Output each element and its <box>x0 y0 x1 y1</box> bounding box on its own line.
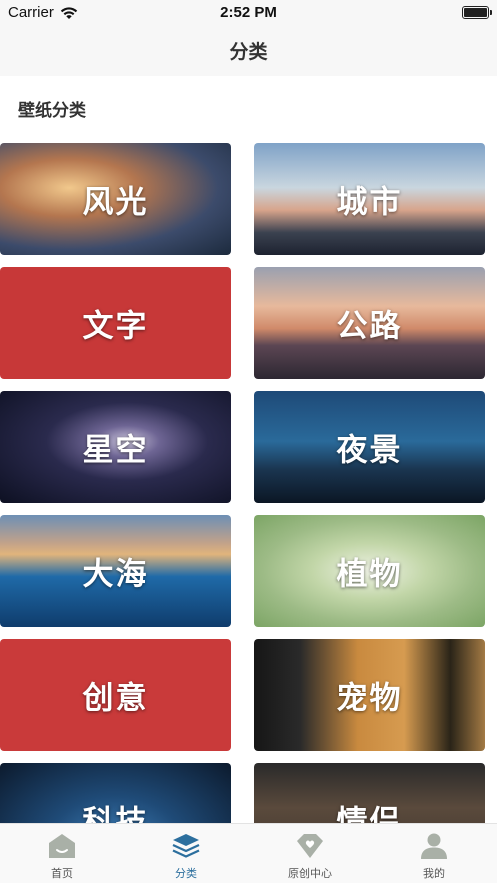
category-card-landscape[interactable]: 风光 <box>0 143 231 255</box>
tab-category[interactable]: 分类 <box>124 824 248 883</box>
category-card-sea[interactable]: 大海 <box>0 515 231 627</box>
category-label: 大海 <box>82 556 149 593</box>
category-card-road[interactable]: 公路 <box>254 267 485 379</box>
category-card-creative[interactable]: 创意 <box>0 639 231 751</box>
category-card-city[interactable]: 城市 <box>254 143 485 255</box>
section-title: 壁纸分类 <box>18 101 86 121</box>
category-label: 宠物 <box>336 680 403 717</box>
layers-icon <box>172 834 200 858</box>
status-bar: Carrier 2:52 PM <box>0 0 497 28</box>
category-label: 夜景 <box>336 432 403 469</box>
tab-original-center[interactable]: 原创中心 <box>248 824 372 883</box>
category-card-night-view[interactable]: 夜景 <box>254 391 485 503</box>
category-card-text[interactable]: 文字 <box>0 267 231 379</box>
heart-badge-icon <box>297 834 323 858</box>
tab-label: 首页 <box>51 867 73 880</box>
tab-profile[interactable]: 我的 <box>372 824 496 883</box>
category-card-couple[interactable]: 情侣 <box>254 763 485 823</box>
tab-label: 原创中心 <box>288 867 332 880</box>
battery-icon <box>462 6 492 19</box>
page-title: 分类 <box>229 41 268 63</box>
profile-icon <box>421 833 447 859</box>
category-grid: 风光 城市 文字 公路 星空 夜景 大海 植物 创意 宠物 科技 情侣 <box>0 143 497 823</box>
tab-bar: 首页 分类 原创中心 我的 <box>0 823 497 883</box>
category-label: 创意 <box>82 680 149 717</box>
category-card-tech[interactable]: 科技 <box>0 763 231 823</box>
category-label: 植物 <box>336 556 403 593</box>
category-label: 公路 <box>336 308 403 345</box>
category-card-plant[interactable]: 植物 <box>254 515 485 627</box>
category-label: 情侣 <box>336 804 403 824</box>
category-label: 星空 <box>82 432 149 469</box>
category-card-starry-sky[interactable]: 星空 <box>0 391 231 503</box>
navigation-bar: 分类 <box>0 28 497 76</box>
status-time: 2:52 PM <box>220 4 277 21</box>
category-label: 科技 <box>82 804 149 824</box>
tab-label: 我的 <box>423 867 445 880</box>
category-label: 风光 <box>82 184 149 221</box>
tab-home[interactable]: 首页 <box>0 824 124 883</box>
category-label: 城市 <box>336 184 403 221</box>
category-card-pet[interactable]: 宠物 <box>254 639 485 751</box>
home-icon <box>49 834 75 858</box>
tab-label: 分类 <box>175 867 197 880</box>
category-label: 文字 <box>82 308 149 345</box>
